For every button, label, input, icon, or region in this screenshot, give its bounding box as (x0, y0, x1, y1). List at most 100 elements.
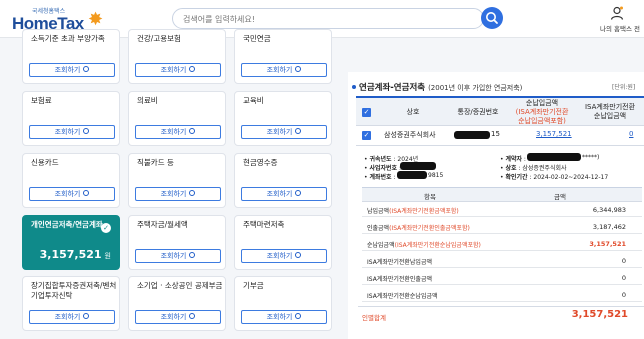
detail-row-label: ISA계좌만기전환납입금액 (367, 259, 432, 266)
search-box (172, 8, 484, 29)
detail-row-value: 6,344,983 (592, 206, 626, 214)
inquiry-label: 조회하기 (160, 252, 187, 260)
table-header: ✓ 상호 통장/증권번호 순납입금액 (ISA계좌만기전환 순납입금액포함) I… (356, 96, 644, 126)
total-value: 3,157,521 (571, 309, 628, 320)
inquiry-label: 조회하기 (266, 313, 293, 321)
panel-title: 연금계좌-연금저축 (2001년 이후 가입한 연금저축) (352, 81, 522, 93)
inquiry-label: 조회하기 (266, 252, 293, 260)
search-icon (295, 313, 302, 319)
detail-row: 인출금액(ISA계좌만기전환인출금액포함) 3,187,462 (362, 219, 642, 234)
inquiry-label: 조회하기 (54, 313, 81, 321)
search-icon (189, 190, 196, 196)
category-card[interactable]: 장기집합투자증권저축/벤처기업투자신탁조회하기 (22, 276, 120, 331)
redacted-account (454, 131, 490, 139)
inquiry-button[interactable]: 조회하기 (241, 125, 327, 139)
detail-row-value: 0 (621, 291, 626, 299)
detail-period: • 확인기간 : 2024-02-02~2024-12-17 (500, 174, 609, 181)
redacted-detail-account (397, 171, 427, 179)
card-title: 소기업 · 소상공인 공제부금 (137, 281, 223, 290)
inquiry-button[interactable]: 조회하기 (135, 125, 221, 139)
logo-star-icon: ✸ (88, 9, 104, 30)
inquiry-button[interactable]: 조회하기 (135, 63, 221, 77)
redacted-bizno (400, 162, 436, 170)
select-all-checkbox[interactable]: ✓ (362, 108, 371, 117)
redacted-contractor (527, 153, 581, 161)
inquiry-label: 조회하기 (54, 128, 81, 136)
category-card[interactable]: 직불카드 등 조회하기 (128, 153, 226, 208)
row-company: 삼성증권주식회사 (384, 131, 436, 139)
detail-bizno: • 사업자번호 : (364, 165, 401, 172)
bullet-icon (352, 85, 356, 89)
inquiry-button[interactable]: 조회하기 (135, 310, 221, 324)
category-card[interactable]: 국민연금 조회하기 (234, 29, 332, 84)
card-title: 소득기준 초과 부양가족 (31, 34, 105, 43)
search-icon (189, 128, 196, 134)
my-hometax-label: 나의 홈택스 전 (600, 25, 641, 33)
inquiry-label: 조회하기 (160, 66, 187, 74)
inquiry-label: 조회하기 (266, 66, 293, 74)
inquiry-label: 조회하기 (160, 190, 187, 198)
search-icon (295, 128, 302, 134)
inquiry-button[interactable]: 조회하기 (241, 249, 327, 263)
category-card[interactable]: 현금영수증 조회하기 (234, 153, 332, 208)
category-card[interactable]: 건강/고용보험 조회하기 (128, 29, 226, 84)
inquiry-button[interactable]: 조회하기 (241, 187, 327, 201)
inquiry-label: 조회하기 (54, 190, 81, 198)
search-icon (189, 313, 196, 319)
search-icon (295, 66, 302, 72)
category-card[interactable]: 주택자금/월세액 조회하기 (128, 215, 226, 270)
search-button[interactable] (481, 7, 503, 29)
inquiry-label: 조회하기 (266, 128, 293, 136)
detail-row: 납입금액(ISA계좌만기전환금액포함) 6,344,983 (362, 202, 642, 217)
detail-company: • 상호 : 삼성증권주식회사 (500, 165, 567, 172)
category-card[interactable]: 의료비 조회하기 (128, 91, 226, 146)
inquiry-button[interactable]: 조회하기 (135, 187, 221, 201)
category-card[interactable]: 개인연금저축/연금계좌 ✓ 3,157,521 원 (22, 215, 120, 270)
detail-contractor-suffix: *****) (582, 154, 600, 161)
detail-account: • 계좌번호 : (364, 174, 396, 181)
inquiry-button[interactable]: 조회하기 (135, 249, 221, 263)
detail-row-label: 납입금액(ISA계좌만기전환금액포함) (367, 208, 459, 215)
inquiry-label: 조회하기 (160, 313, 187, 321)
category-card[interactable]: 소기업 · 소상공인 공제부금조회하기 (128, 276, 226, 331)
row-account-suffix: 15 (491, 130, 500, 138)
category-card[interactable]: 기부금 조회하기 (234, 276, 332, 331)
col-net-payment: 순납입금액 (ISA계좌만기전환 순납입금액포함) (515, 98, 569, 125)
category-card[interactable]: 소득기준 초과 부양가족조회하기 (22, 29, 120, 84)
search-icon (486, 12, 498, 24)
inquiry-button[interactable]: 조회하기 (29, 187, 115, 201)
category-card[interactable]: 주택마련저축 조회하기 (234, 215, 332, 270)
category-card[interactable]: 신용카드 조회하기 (22, 153, 120, 208)
detail-row-label: ISA계좌만기전환인출금액 (367, 276, 432, 283)
inquiry-button[interactable]: 조회하기 (29, 310, 115, 324)
detail-row-value: 3,187,462 (592, 223, 626, 231)
detail-row-label: 순납입금액(ISA계좌만기전환순납입금액포함) (367, 242, 481, 249)
search-input[interactable] (183, 12, 463, 26)
col-isa: ISA계좌만기전환 순납입금액 (584, 103, 636, 120)
inquiry-button[interactable]: 조회하기 (29, 125, 115, 139)
inquiry-button[interactable]: 조회하기 (241, 63, 327, 77)
total-label: 인별합계 (362, 314, 386, 322)
category-card[interactable]: 보험료 조회하기 (22, 91, 120, 146)
net-amount-link[interactable]: 3,157,521 (536, 130, 572, 138)
search-icon (295, 190, 302, 196)
detail-row-value: 0 (621, 274, 626, 282)
category-card[interactable]: 교육비 조회하기 (234, 91, 332, 146)
card-amount: 3,157,521 원 (39, 248, 111, 261)
search-icon (83, 128, 90, 134)
inquiry-button[interactable]: 조회하기 (29, 63, 115, 77)
search-icon (83, 66, 90, 72)
table-row[interactable]: ✓ 삼성증권주식회사 15 3,157,521 0 (356, 126, 644, 146)
search-icon (83, 190, 90, 196)
inner-col-amount: 금액 (554, 193, 566, 201)
my-hometax-button[interactable]: 나의 홈택스 전 (600, 6, 640, 34)
detail-row: ISA계좌만기전환인출금액 0 (362, 270, 642, 285)
isa-amount-link[interactable]: 0 (629, 130, 633, 138)
row-checkbox[interactable]: ✓ (362, 131, 371, 140)
inquiry-label: 조회하기 (54, 66, 81, 74)
card-title: 장기집합투자증권저축/벤처기업투자신탁 (31, 281, 117, 300)
inquiry-button[interactable]: 조회하기 (241, 310, 327, 324)
detail-row: ISA계좌만기전환납입금액 0 (362, 253, 642, 268)
search-icon (189, 252, 196, 258)
detail-row-label: ISA계좌만기전환순납입금액 (367, 293, 438, 300)
